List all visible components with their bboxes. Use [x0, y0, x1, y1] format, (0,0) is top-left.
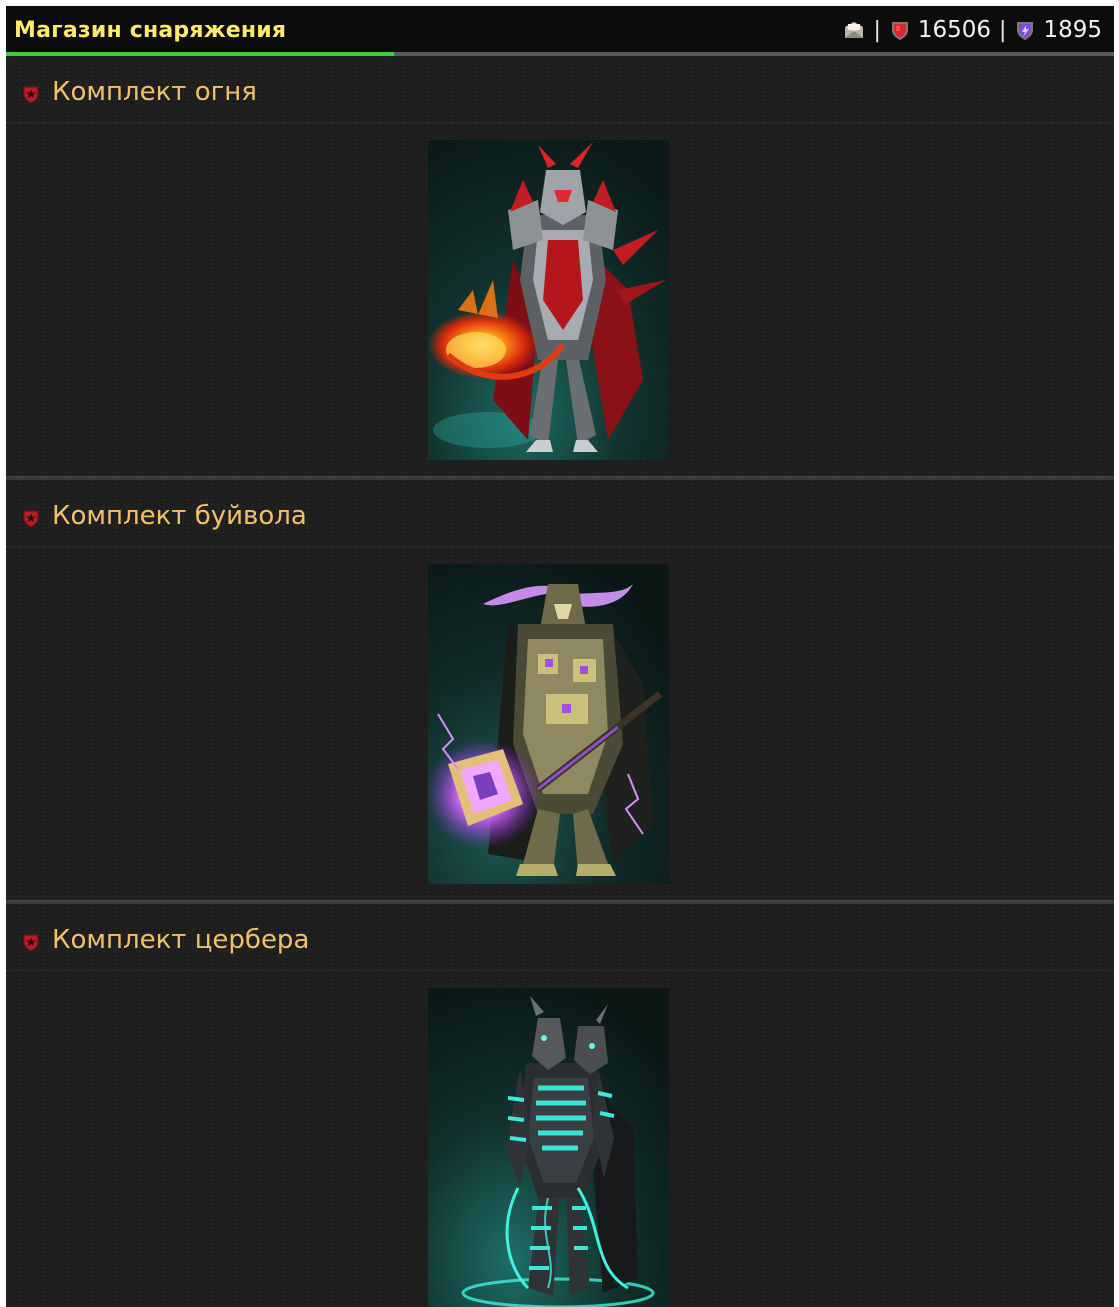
set-section-buffalo: Комплект буйвола	[6, 480, 1114, 900]
buffalo-armor-set-portrait[interactable]	[428, 564, 669, 884]
set-header[interactable]: Комплект цербера	[6, 904, 1114, 971]
shop-panel: Магазин снаряжения | 16506 | 1895 Компле…	[6, 6, 1114, 1307]
set-title[interactable]: Комплект буйвола	[52, 501, 307, 531]
set-image-area	[6, 123, 1114, 476]
top-bar: Магазин снаряжения | 16506 | 1895	[6, 6, 1114, 56]
stats-separator: |	[999, 17, 1007, 43]
resource-stats: | 16506 | 1895	[843, 17, 1102, 43]
emblem-bullet-icon	[20, 507, 42, 529]
red-shield-icon	[889, 19, 911, 41]
set-header[interactable]: Комплект буйвола	[6, 480, 1114, 547]
set-image-area	[6, 971, 1114, 1307]
cerberus-armor-set-portrait[interactable]	[428, 988, 669, 1307]
page-title: Магазин снаряжения	[14, 18, 287, 43]
set-section-cerberus: Комплект цербера	[6, 904, 1114, 1307]
set-image-area	[6, 547, 1114, 900]
mana-value: 1895	[1043, 17, 1102, 43]
health-value: 16506	[917, 17, 992, 43]
set-header[interactable]: Комплект огня	[6, 56, 1114, 123]
purple-shield-icon	[1014, 19, 1036, 41]
set-title[interactable]: Комплект огня	[52, 77, 257, 107]
emblem-bullet-icon	[20, 83, 42, 105]
fire-armor-set-portrait[interactable]	[428, 140, 669, 460]
mail-envelope-icon[interactable]	[843, 19, 865, 41]
emblem-bullet-icon	[20, 931, 42, 953]
set-title[interactable]: Комплект цербера	[52, 925, 309, 955]
stats-separator: |	[873, 17, 881, 43]
set-section-fire: Комплект огня	[6, 56, 1114, 476]
